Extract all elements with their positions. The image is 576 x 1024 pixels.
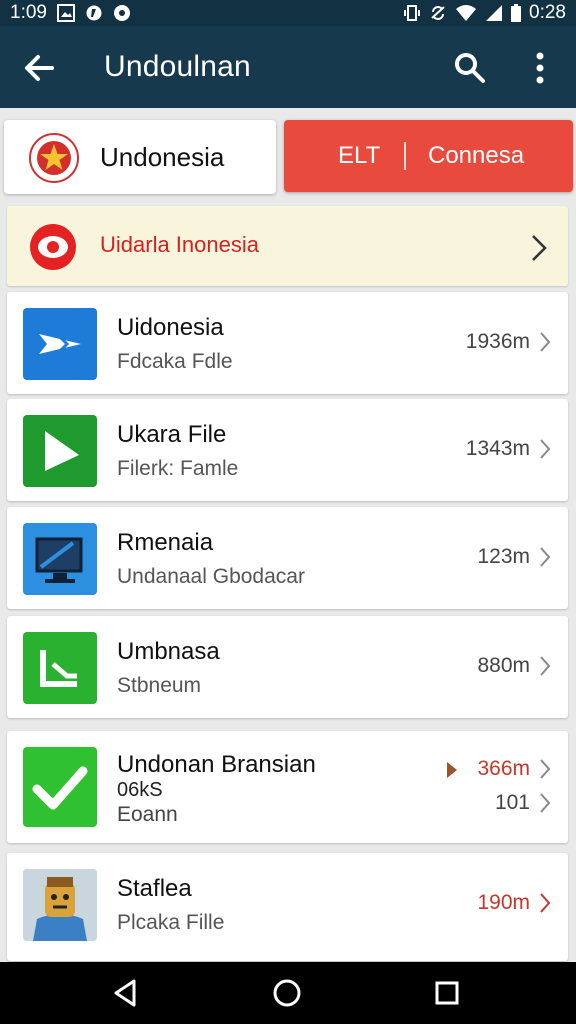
item-size: 123m <box>477 545 530 568</box>
item-count: 101 <box>494 791 530 814</box>
chart-corner-icon <box>23 632 97 704</box>
chevron-right-icon[interactable] <box>538 791 552 815</box>
chevron-right-icon[interactable] <box>538 545 552 569</box>
list-item[interactable]: Ukara File Filerk: Famle 1343m <box>7 399 568 501</box>
banner-text: Uidarla Inonesia <box>100 232 259 257</box>
item-title: Staflea <box>117 875 192 902</box>
record-logo-icon <box>29 223 77 271</box>
list-item[interactable]: Uidonesia Fdcaka Fdle 1936m <box>7 292 568 394</box>
list-item[interactable]: Staflea Plcaka Fille 190m <box>7 853 568 961</box>
item-subtitle: 06kS <box>117 779 163 801</box>
status-time-left: 1:09 <box>10 2 47 23</box>
play-icon <box>23 415 97 487</box>
more-vert-icon[interactable] <box>525 48 555 88</box>
item-size: 1936m <box>465 330 530 353</box>
search-icon[interactable] <box>452 50 488 86</box>
edit-label[interactable]: ELT <box>338 142 380 170</box>
item-title: Rmenaia <box>117 529 214 556</box>
nav-back-icon[interactable] <box>108 976 142 1010</box>
item-size: 190m <box>477 891 530 914</box>
arrow-left-icon[interactable] <box>20 50 60 86</box>
whatsapp-icon <box>85 4 103 22</box>
item-subtitle: Plcaka Fille <box>117 911 225 934</box>
language-selector[interactable]: Undonesia <box>4 120 276 194</box>
item-title: Ukara File <box>117 421 227 448</box>
nav-home-icon[interactable] <box>270 976 304 1010</box>
item-subtitle-2: Eoann <box>117 803 178 826</box>
nav-recents-icon[interactable] <box>430 976 464 1010</box>
list-item[interactable]: Umbnasa Stbneum 880m <box>7 616 568 718</box>
wifi-icon <box>455 4 477 22</box>
chevron-right-icon[interactable] <box>538 654 552 678</box>
list-item[interactable]: Rmenaia Undanaal Gbodacar 123m <box>7 507 568 609</box>
item-subtitle: Undanaal Gbodacar <box>117 565 305 588</box>
button-divider <box>404 142 406 170</box>
status-bar: 1:09 0:28 <box>0 0 576 26</box>
item-title: Uidonesia <box>117 314 224 341</box>
page-title: Undoulnan <box>104 50 251 83</box>
image-icon <box>56 4 75 22</box>
status-time-right: 0:28 <box>529 2 566 23</box>
item-size: 1343m <box>465 437 530 460</box>
monitor-icon <box>23 523 97 595</box>
chevron-right-icon[interactable] <box>538 891 552 915</box>
list-item[interactable]: Undonan Bransian 06kS Eoann 366m 101 <box>7 731 568 843</box>
flag-emblem-icon <box>28 132 80 184</box>
send-arrow-icon <box>23 308 97 380</box>
item-size: 880m <box>477 654 530 677</box>
character-avatar-icon <box>23 869 97 941</box>
sync-off-icon <box>429 4 447 22</box>
checkmark-icon <box>23 747 97 827</box>
connect-label[interactable]: Connesa <box>428 142 524 170</box>
language-label: Undonesia <box>100 142 225 172</box>
item-subtitle: Filerk: Famle <box>117 457 239 480</box>
connect-button[interactable]: ELT Connesa <box>284 120 573 192</box>
chevron-right-icon[interactable] <box>538 437 552 461</box>
circle-app-icon <box>113 4 131 22</box>
chevron-right-icon[interactable] <box>538 330 552 354</box>
chevron-right-icon[interactable] <box>525 230 553 266</box>
chevron-right-icon[interactable] <box>538 757 552 781</box>
app-bar: Undoulnan <box>0 26 576 108</box>
vibrate-icon <box>403 4 421 22</box>
item-title: Umbnasa <box>117 638 220 665</box>
navigation-bar <box>0 962 576 1024</box>
signal-icon <box>485 4 503 22</box>
item-size: 366m <box>477 757 530 780</box>
item-title: Undonan Bransian <box>117 751 316 778</box>
promo-banner[interactable]: Uidarla Inonesia <box>7 206 568 286</box>
play-indicator-icon <box>446 761 458 779</box>
item-subtitle: Fdcaka Fdle <box>117 350 233 373</box>
battery-icon <box>511 4 522 22</box>
item-subtitle: Stbneum <box>117 674 202 697</box>
